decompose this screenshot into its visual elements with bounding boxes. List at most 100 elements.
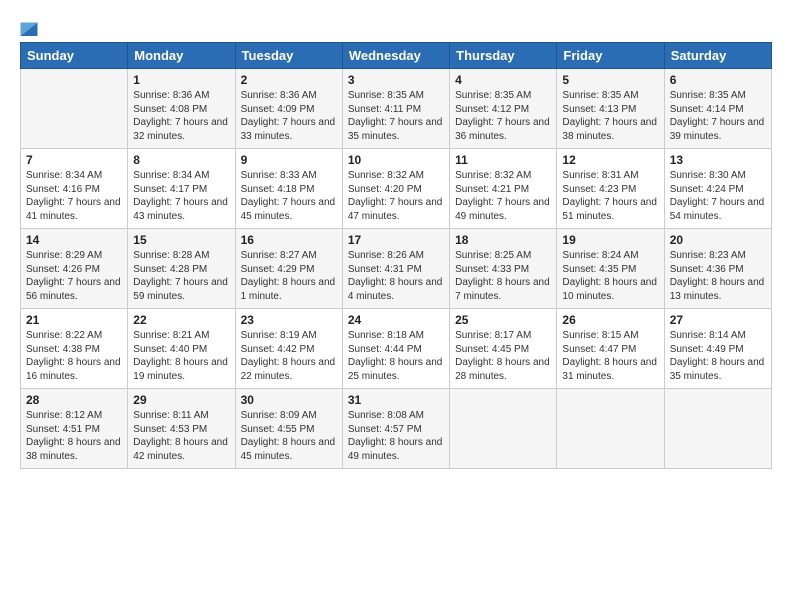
calendar-cell [21,69,128,149]
day-number: 5 [562,73,658,87]
day-info: Sunrise: 8:35 AMSunset: 4:14 PMDaylight:… [670,89,766,143]
day-info: Sunrise: 8:12 AMSunset: 4:51 PMDaylight:… [26,409,122,463]
day-number: 7 [26,153,122,167]
calendar-cell: 1Sunrise: 8:36 AMSunset: 4:08 PMDaylight… [128,69,235,149]
calendar-cell: 3Sunrise: 8:35 AMSunset: 4:11 PMDaylight… [342,69,449,149]
day-number: 29 [133,393,229,407]
day-info: Sunrise: 8:26 AMSunset: 4:31 PMDaylight:… [348,249,444,303]
calendar-cell: 10 Sunrise: 8:32 AMSunset: 4:20 PMDayligh… [342,149,449,229]
calendar-cell: 7 Sunrise: 8:34 AMSunset: 4:16 PMDaylight… [21,149,128,229]
logo-icon [20,14,38,36]
day-number: 26 [562,313,658,327]
day-info: Sunrise: 8:08 AMSunset: 4:57 PMDaylight:… [348,409,444,463]
day-info: Sunrise: 8:19 AMSunset: 4:42 PMDaylight:… [241,329,337,383]
calendar-week-1: 7 Sunrise: 8:34 AMSunset: 4:16 PMDaylight… [21,149,772,229]
calendar-cell [450,389,557,469]
day-info: Sunrise: 8:33 AMSunset: 4:18 PMDaylight:… [241,169,337,223]
calendar-cell [557,389,664,469]
day-number: 27 [670,313,766,327]
calendar-cell: 25Sunrise: 8:17 AMSunset: 4:45 PMDayligh… [450,309,557,389]
day-number: 3 [348,73,444,87]
calendar-cell: 21 Sunrise: 8:22 AMSunset: 4:38 PMDayligh… [21,309,128,389]
header [20,10,772,36]
day-number: 10 [348,153,444,167]
calendar-cell: 26 Sunrise: 8:15 AMSunset: 4:47 PMDayligh… [557,309,664,389]
day-number: 24 [348,313,444,327]
calendar-cell: 28 Sunrise: 8:12 AMSunset: 4:51 PMDayligh… [21,389,128,469]
header-wednesday: Wednesday [342,43,449,69]
day-number: 13 [670,153,766,167]
day-info: Sunrise: 8:35 AMSunset: 4:12 PMDaylight:… [455,89,551,143]
day-info: Sunrise: 8:15 AMSunset: 4:47 PMDaylight:… [562,329,658,383]
day-number: 23 [241,313,337,327]
day-number: 31 [348,393,444,407]
day-number: 11 [455,153,551,167]
calendar-cell: 24 Sunrise: 8:18 AMSunset: 4:44 PMDayligh… [342,309,449,389]
header-thursday: Thursday [450,43,557,69]
calendar-cell: 6 Sunrise: 8:35 AMSunset: 4:14 PMDaylight… [664,69,771,149]
day-info: Sunrise: 8:30 AMSunset: 4:24 PMDaylight:… [670,169,766,223]
day-info: Sunrise: 8:22 AMSunset: 4:38 PMDaylight:… [26,329,122,383]
day-number: 17 [348,233,444,247]
day-info: Sunrise: 8:17 AMSunset: 4:45 PMDaylight:… [455,329,551,383]
day-info: Sunrise: 8:36 AMSunset: 4:09 PMDaylight:… [241,89,337,143]
day-number: 21 [26,313,122,327]
calendar-cell: 15 Sunrise: 8:28 AMSunset: 4:28 PMDayligh… [128,229,235,309]
day-info: Sunrise: 8:31 AMSunset: 4:23 PMDaylight:… [562,169,658,223]
calendar-table: SundayMondayTuesdayWednesdayThursdayFrid… [20,42,772,469]
day-info: Sunrise: 8:32 AMSunset: 4:21 PMDaylight:… [455,169,551,223]
day-info: Sunrise: 8:34 AMSunset: 4:17 PMDaylight:… [133,169,229,223]
calendar-cell: 20 Sunrise: 8:23 AMSunset: 4:36 PMDayligh… [664,229,771,309]
calendar-cell: 19Sunrise: 8:24 AMSunset: 4:35 PMDayligh… [557,229,664,309]
calendar-cell: 29Sunrise: 8:11 AMSunset: 4:53 PMDayligh… [128,389,235,469]
calendar-cell: 12 Sunrise: 8:31 AMSunset: 4:23 PMDayligh… [557,149,664,229]
day-number: 15 [133,233,229,247]
day-info: Sunrise: 8:29 AMSunset: 4:26 PMDaylight:… [26,249,122,303]
day-info: Sunrise: 8:24 AMSunset: 4:35 PMDaylight:… [562,249,658,303]
day-number: 12 [562,153,658,167]
day-info: Sunrise: 8:18 AMSunset: 4:44 PMDaylight:… [348,329,444,383]
day-info: Sunrise: 8:27 AMSunset: 4:29 PMDaylight:… [241,249,337,303]
day-number: 8 [133,153,229,167]
calendar-cell: 22Sunrise: 8:21 AMSunset: 4:40 PMDayligh… [128,309,235,389]
header-friday: Friday [557,43,664,69]
day-number: 14 [26,233,122,247]
calendar-week-3: 21 Sunrise: 8:22 AMSunset: 4:38 PMDayligh… [21,309,772,389]
day-info: Sunrise: 8:09 AMSunset: 4:55 PMDaylight:… [241,409,337,463]
calendar-cell: 8 Sunrise: 8:34 AMSunset: 4:17 PMDaylight… [128,149,235,229]
header-saturday: Saturday [664,43,771,69]
day-info: Sunrise: 8:35 AMSunset: 4:13 PMDaylight:… [562,89,658,143]
calendar-cell: 13 Sunrise: 8:30 AMSunset: 4:24 PMDayligh… [664,149,771,229]
day-number: 20 [670,233,766,247]
calendar-header-row: SundayMondayTuesdayWednesdayThursdayFrid… [21,43,772,69]
header-tuesday: Tuesday [235,43,342,69]
day-info: Sunrise: 8:21 AMSunset: 4:40 PMDaylight:… [133,329,229,383]
calendar-week-2: 14 Sunrise: 8:29 AMSunset: 4:26 PMDayligh… [21,229,772,309]
day-number: 2 [241,73,337,87]
day-info: Sunrise: 8:23 AMSunset: 4:36 PMDaylight:… [670,249,766,303]
day-info: Sunrise: 8:32 AMSunset: 4:20 PMDaylight:… [348,169,444,223]
calendar-cell: 27 Sunrise: 8:14 AMSunset: 4:49 PMDayligh… [664,309,771,389]
day-number: 28 [26,393,122,407]
day-info: Sunrise: 8:28 AMSunset: 4:28 PMDaylight:… [133,249,229,303]
day-number: 16 [241,233,337,247]
calendar-cell: 2 Sunrise: 8:36 AMSunset: 4:09 PMDaylight… [235,69,342,149]
header-sunday: Sunday [21,43,128,69]
calendar-cell: 11 Sunrise: 8:32 AMSunset: 4:21 PMDayligh… [450,149,557,229]
calendar-cell: 5 Sunrise: 8:35 AMSunset: 4:13 PMDaylight… [557,69,664,149]
calendar-cell [664,389,771,469]
day-number: 6 [670,73,766,87]
day-info: Sunrise: 8:34 AMSunset: 4:16 PMDaylight:… [26,169,122,223]
day-number: 18 [455,233,551,247]
calendar-week-0: 1Sunrise: 8:36 AMSunset: 4:08 PMDaylight… [21,69,772,149]
calendar-cell: 23 Sunrise: 8:19 AMSunset: 4:42 PMDayligh… [235,309,342,389]
calendar-cell: 31 Sunrise: 8:08 AMSunset: 4:57 PMDayligh… [342,389,449,469]
calendar-cell: 17 Sunrise: 8:26 AMSunset: 4:31 PMDayligh… [342,229,449,309]
page: SundayMondayTuesdayWednesdayThursdayFrid… [0,0,792,612]
logo [20,16,41,36]
calendar-cell: 14 Sunrise: 8:29 AMSunset: 4:26 PMDayligh… [21,229,128,309]
day-info: Sunrise: 8:14 AMSunset: 4:49 PMDaylight:… [670,329,766,383]
day-number: 9 [241,153,337,167]
calendar-cell: 30Sunrise: 8:09 AMSunset: 4:55 PMDayligh… [235,389,342,469]
calendar-cell: 16 Sunrise: 8:27 AMSunset: 4:29 PMDayligh… [235,229,342,309]
